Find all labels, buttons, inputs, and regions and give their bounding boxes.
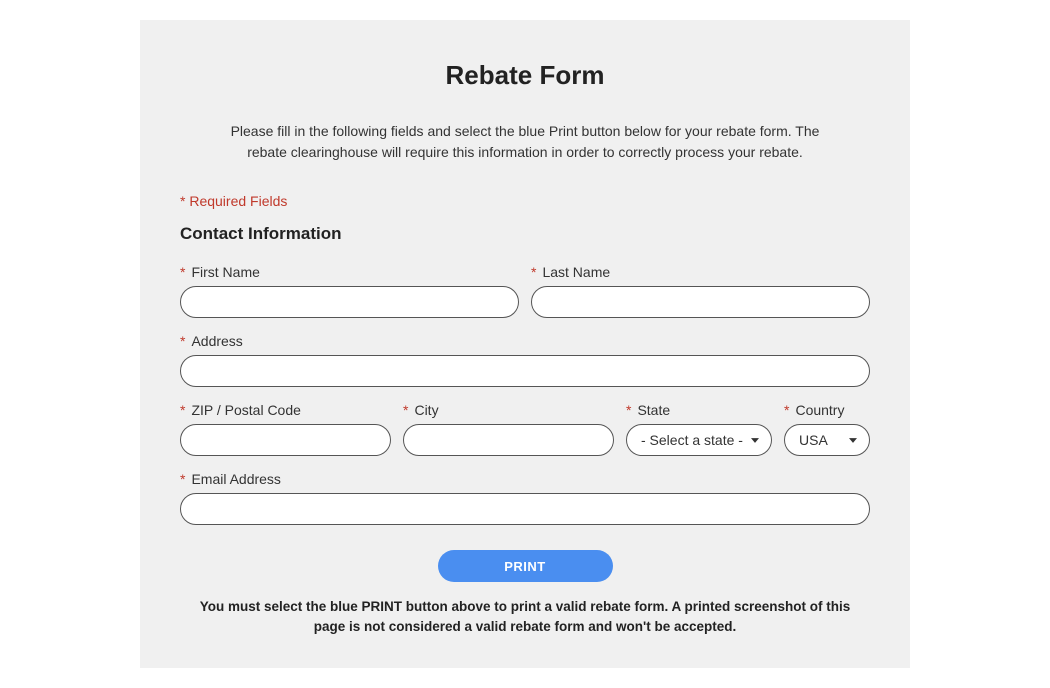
required-star: *: [531, 264, 536, 280]
row-name: *First Name *Last Name: [180, 264, 870, 318]
field-address: *Address: [180, 333, 870, 387]
country-select[interactable]: USA: [784, 424, 870, 456]
last-name-input[interactable]: [531, 286, 870, 318]
required-star: *: [403, 402, 408, 418]
label-country: *Country: [784, 402, 870, 418]
label-city: *City: [403, 402, 614, 418]
label-address: *Address: [180, 333, 870, 349]
address-input[interactable]: [180, 355, 870, 387]
label-state: *State: [626, 402, 772, 418]
label-last-name: *Last Name: [531, 264, 870, 280]
required-star: *: [180, 402, 185, 418]
city-input[interactable]: [403, 424, 614, 456]
required-star: *: [784, 402, 789, 418]
field-last-name: *Last Name: [531, 264, 870, 318]
field-zip: *ZIP / Postal Code: [180, 402, 391, 456]
field-state: *State - Select a state -: [626, 402, 772, 456]
footer-note: You must select the blue PRINT button ab…: [185, 597, 865, 638]
section-heading-contact: Contact Information: [180, 224, 870, 244]
row-location: *ZIP / Postal Code *City *State - Select…: [180, 402, 870, 456]
rebate-form-container: Rebate Form Please fill in the following…: [140, 20, 910, 668]
page-title: Rebate Form: [180, 60, 870, 91]
field-city: *City: [403, 402, 614, 456]
field-email: *Email Address: [180, 471, 870, 525]
field-first-name: *First Name: [180, 264, 519, 318]
form-description: Please fill in the following fields and …: [215, 121, 835, 163]
first-name-input[interactable]: [180, 286, 519, 318]
label-zip: *ZIP / Postal Code: [180, 402, 391, 418]
required-star: *: [180, 471, 185, 487]
label-first-name: *First Name: [180, 264, 519, 280]
required-star: *: [626, 402, 631, 418]
print-button-wrap: PRINT: [180, 550, 870, 582]
required-star: *: [180, 333, 185, 349]
label-email: *Email Address: [180, 471, 870, 487]
state-select[interactable]: - Select a state -: [626, 424, 772, 456]
email-input[interactable]: [180, 493, 870, 525]
print-button[interactable]: PRINT: [438, 550, 613, 582]
row-email: *Email Address: [180, 471, 870, 525]
required-fields-legend: * Required Fields: [180, 193, 870, 209]
row-address: *Address: [180, 333, 870, 387]
zip-input[interactable]: [180, 424, 391, 456]
field-country: *Country USA: [784, 402, 870, 456]
required-star: *: [180, 264, 185, 280]
